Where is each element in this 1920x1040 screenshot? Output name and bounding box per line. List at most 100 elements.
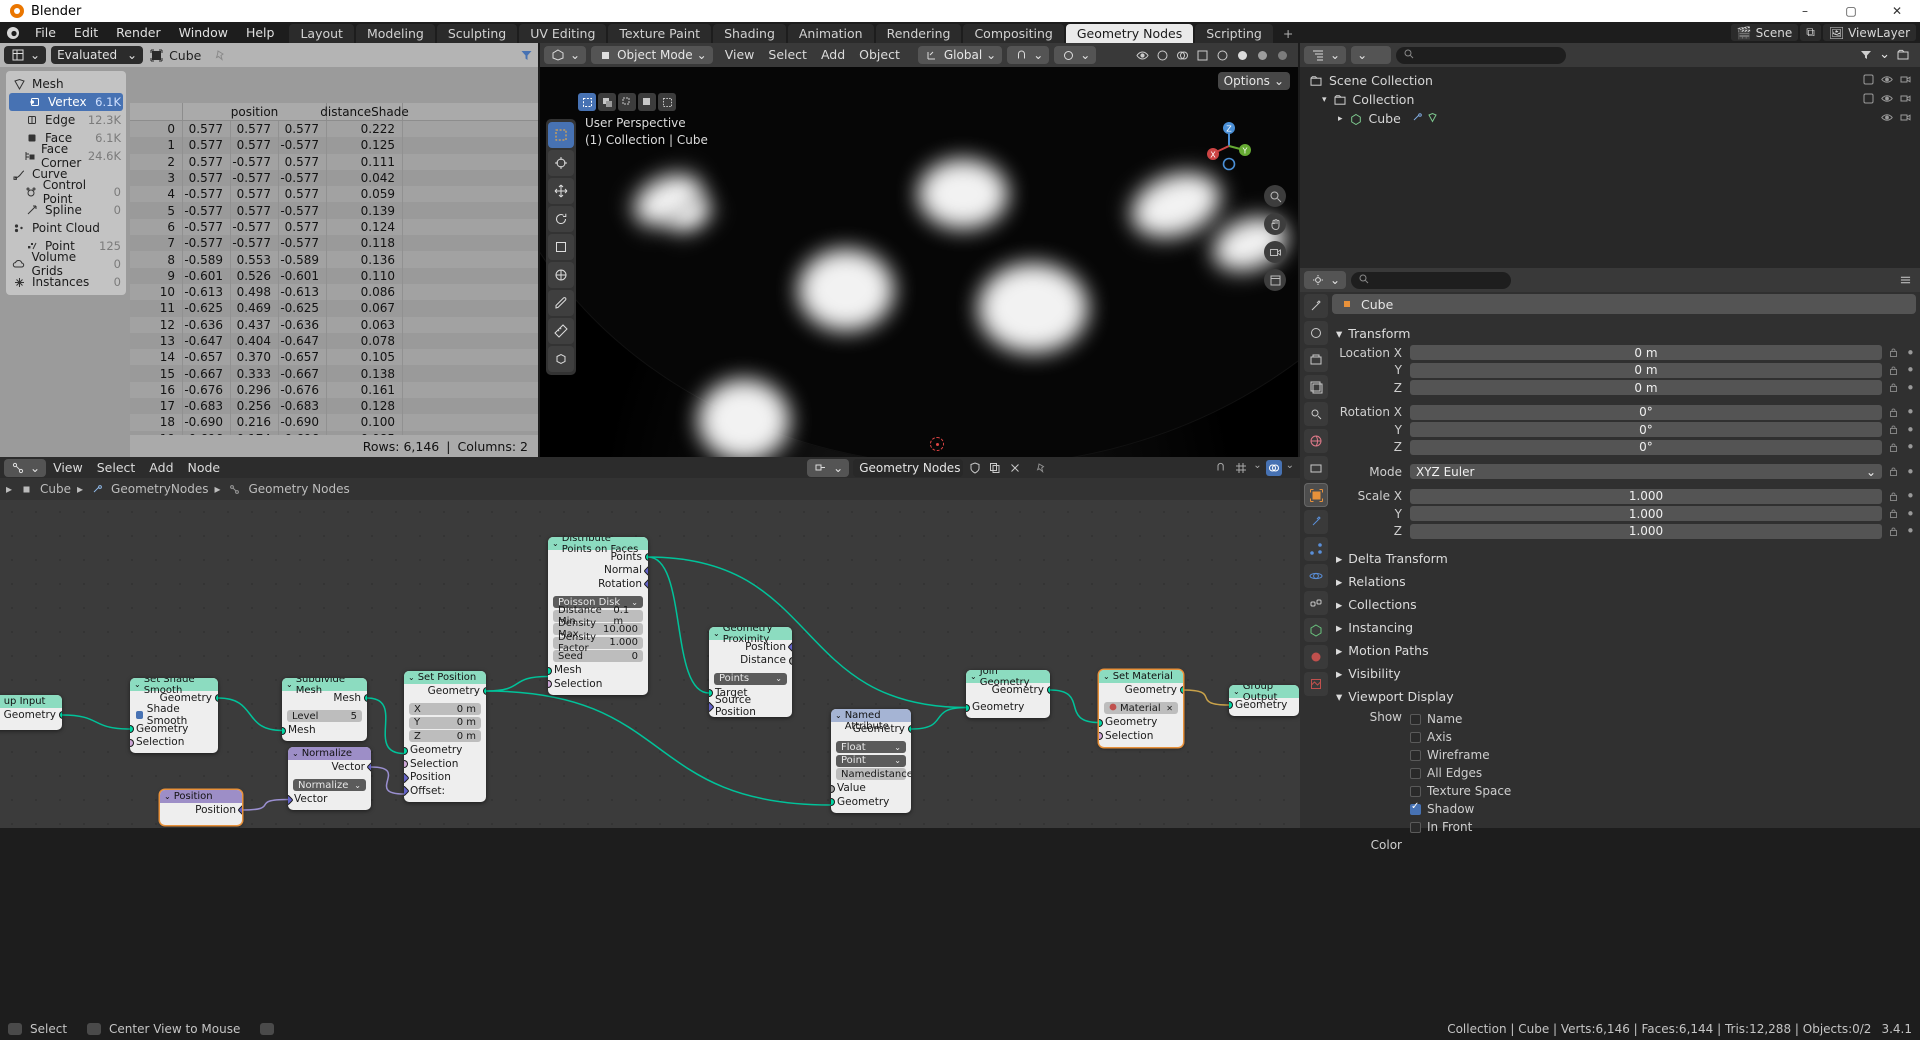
node-output-socket-row[interactable]: Rotation <box>548 577 648 591</box>
socket-geo[interactable] <box>831 799 834 805</box>
node-header[interactable]: ⌄ Geometry Proximity <box>709 627 792 645</box>
checkbox-icon[interactable] <box>1410 821 1421 833</box>
tab-output[interactable] <box>1304 348 1328 372</box>
rotation-x-row[interactable]: Rotation X 0° • <box>1332 404 1916 421</box>
outliner-item-cube[interactable]: ▸ Cube <box>1300 109 1920 128</box>
menu-help[interactable]: Help <box>237 22 284 43</box>
node-input-socket-row[interactable]: Geometry <box>966 701 1050 715</box>
proportional-edit-button[interactable]: ⌄ <box>1054 46 1097 64</box>
socket-bool[interactable] <box>404 761 407 767</box>
minimize-button[interactable]: – <box>1782 0 1828 22</box>
node-tree-name-field[interactable]: Geometry Nodes <box>853 458 964 477</box>
editor-type-selector-props[interactable]: ⌄ <box>1304 271 1347 289</box>
socket-geo[interactable] <box>1047 687 1050 693</box>
properties-search-input[interactable] <box>1351 271 1512 289</box>
node-normalize[interactable]: ⌄ Normalize Vector Normalize ⌄ Vector <box>288 747 371 810</box>
collapse-chevron-icon[interactable]: ⌄ <box>1233 687 1240 696</box>
node-tree-type-selector[interactable]: ⌄ <box>807 458 850 477</box>
new-collection-icon[interactable] <box>1895 47 1911 63</box>
node-input-socket-row[interactable]: Geometry <box>831 795 911 809</box>
blender-menu-icon[interactable] <box>0 26 26 40</box>
workspace-tab-compositing[interactable]: Compositing <box>963 24 1064 43</box>
socket-vecs[interactable] <box>644 579 648 589</box>
section-viewport-display[interactable]: ▾ Viewport Display <box>1332 685 1916 708</box>
tab-object[interactable] <box>1304 483 1328 507</box>
socket-vecs[interactable] <box>367 762 371 772</box>
socket-geo[interactable] <box>1229 702 1232 708</box>
node-position[interactable]: ⌄ Position Position <box>160 790 242 825</box>
checkbox-icon[interactable] <box>1863 92 1874 107</box>
shading-wireframe-icon[interactable] <box>1214 47 1230 63</box>
collapse-chevron-icon[interactable]: ⌄ <box>713 629 720 638</box>
options-button[interactable]: Options ⌄ <box>1217 72 1290 90</box>
modifier-icon[interactable] <box>1412 111 1423 126</box>
workspace-tab-layout[interactable]: Layout <box>289 24 354 43</box>
node-input-socket-row[interactable]: Offset: <box>404 784 486 798</box>
tab-modifiers[interactable] <box>1304 510 1328 534</box>
checkbox-icon[interactable] <box>1410 801 1421 815</box>
node-input-socket-row[interactable]: Selection <box>130 736 218 750</box>
socket-bool[interactable] <box>130 739 133 746</box>
scale-y-value[interactable]: 1.000 <box>1410 506 1882 522</box>
table-row[interactable]: 1 0.577 0.577 -0.577 0.125 <box>130 137 538 154</box>
workspace-tab-rendering[interactable]: Rendering <box>875 24 962 43</box>
checkbox-icon[interactable] <box>1410 767 1421 779</box>
node-input-socket-row[interactable]: Source Position <box>709 694 792 717</box>
location-z-row[interactable]: Z 0 m • <box>1332 380 1916 396</box>
pin-icon[interactable] <box>212 47 228 63</box>
workspace-tab-scripting[interactable]: Scripting <box>1195 24 1273 43</box>
animate-dot-icon[interactable]: • <box>1906 489 1916 504</box>
tab-tool[interactable] <box>1304 294 1328 318</box>
section-visibility[interactable]: ▸ Visibility <box>1332 662 1916 685</box>
socket-bool[interactable] <box>1099 733 1102 739</box>
object-mode-dropdown[interactable]: Object Mode ⌄ <box>591 46 713 64</box>
tab-collection[interactable] <box>1304 456 1328 480</box>
node-input-socket-row[interactable]: Selection <box>548 677 648 691</box>
select-subtract-icon[interactable] <box>618 93 636 111</box>
table-row[interactable]: 12 -0.636 0.437 -0.636 0.063 <box>130 316 538 333</box>
socket-geo[interactable] <box>548 667 551 674</box>
display-check-all-edges[interactable]: All Edges <box>1410 764 1916 782</box>
camera-icon[interactable] <box>1264 241 1286 263</box>
socket-geo[interactable] <box>215 695 218 701</box>
tab-data[interactable] <box>1304 618 1328 642</box>
socket-vecs[interactable] <box>709 702 713 711</box>
node-output-socket-row[interactable]: Geometry <box>404 684 486 698</box>
move-tool-icon[interactable] <box>548 178 574 204</box>
viewport-menu-object[interactable]: Object <box>852 43 907 67</box>
disclosure-triangle-icon[interactable]: ▸ <box>1338 114 1343 124</box>
eye-icon[interactable] <box>1881 111 1893 126</box>
overlays-icon[interactable] <box>1174 47 1190 63</box>
node-output-socket-row[interactable]: Normal <box>548 564 648 578</box>
socket-geo[interactable] <box>364 695 367 701</box>
node-menu-node[interactable]: Node <box>181 457 228 478</box>
annotate-tool-icon[interactable] <box>548 290 574 316</box>
add-cube-tool-icon[interactable] <box>548 346 574 372</box>
node-input-row[interactable]: Value <box>831 782 911 796</box>
camera-render-icon[interactable] <box>1900 92 1912 107</box>
copy-icon[interactable] <box>987 460 1003 476</box>
eye-icon[interactable] <box>1881 73 1893 88</box>
shading-material-icon[interactable] <box>1254 47 1270 63</box>
display-check-in-front[interactable]: In Front <box>1410 818 1916 836</box>
display-check-wireframe[interactable]: Wireframe <box>1410 746 1916 764</box>
menu-file[interactable]: File <box>26 22 65 43</box>
lock-icon[interactable] <box>1888 442 1899 453</box>
scene-selector[interactable]: 🎬 Scene <box>1730 24 1799 41</box>
node-set-shade-smooth[interactable]: ⌄ Set Shade Smooth Geometry Shade Smooth Geo… <box>130 678 218 753</box>
node-geometry-proximity[interactable]: ⌄ Geometry Proximity Position Distance Point… <box>709 627 792 717</box>
workspace-tab-shading[interactable]: Shading <box>713 24 786 43</box>
rotation-z-row[interactable]: Z 0° • <box>1332 439 1916 456</box>
maximize-button[interactable]: ▢ <box>1828 0 1874 22</box>
socket-geo[interactable] <box>59 712 62 718</box>
scale-tool-icon[interactable] <box>548 234 574 260</box>
node-output-socket-row[interactable]: Geometry <box>1099 683 1183 697</box>
breadcrumb-object[interactable]: Cube <box>40 482 71 496</box>
socket-geo[interactable] <box>645 554 648 560</box>
scale-x-value[interactable]: 1.000 <box>1410 488 1882 504</box>
collapse-chevron-icon[interactable]: ⌄ <box>835 711 842 720</box>
node-dropdown[interactable]: Point ⌄ <box>836 754 906 767</box>
table-row[interactable]: 11 -0.625 0.469 -0.625 0.067 <box>130 300 538 317</box>
node-dropdown[interactable]: Points ⌄ <box>714 672 787 685</box>
socket-geo[interactable] <box>130 726 133 732</box>
